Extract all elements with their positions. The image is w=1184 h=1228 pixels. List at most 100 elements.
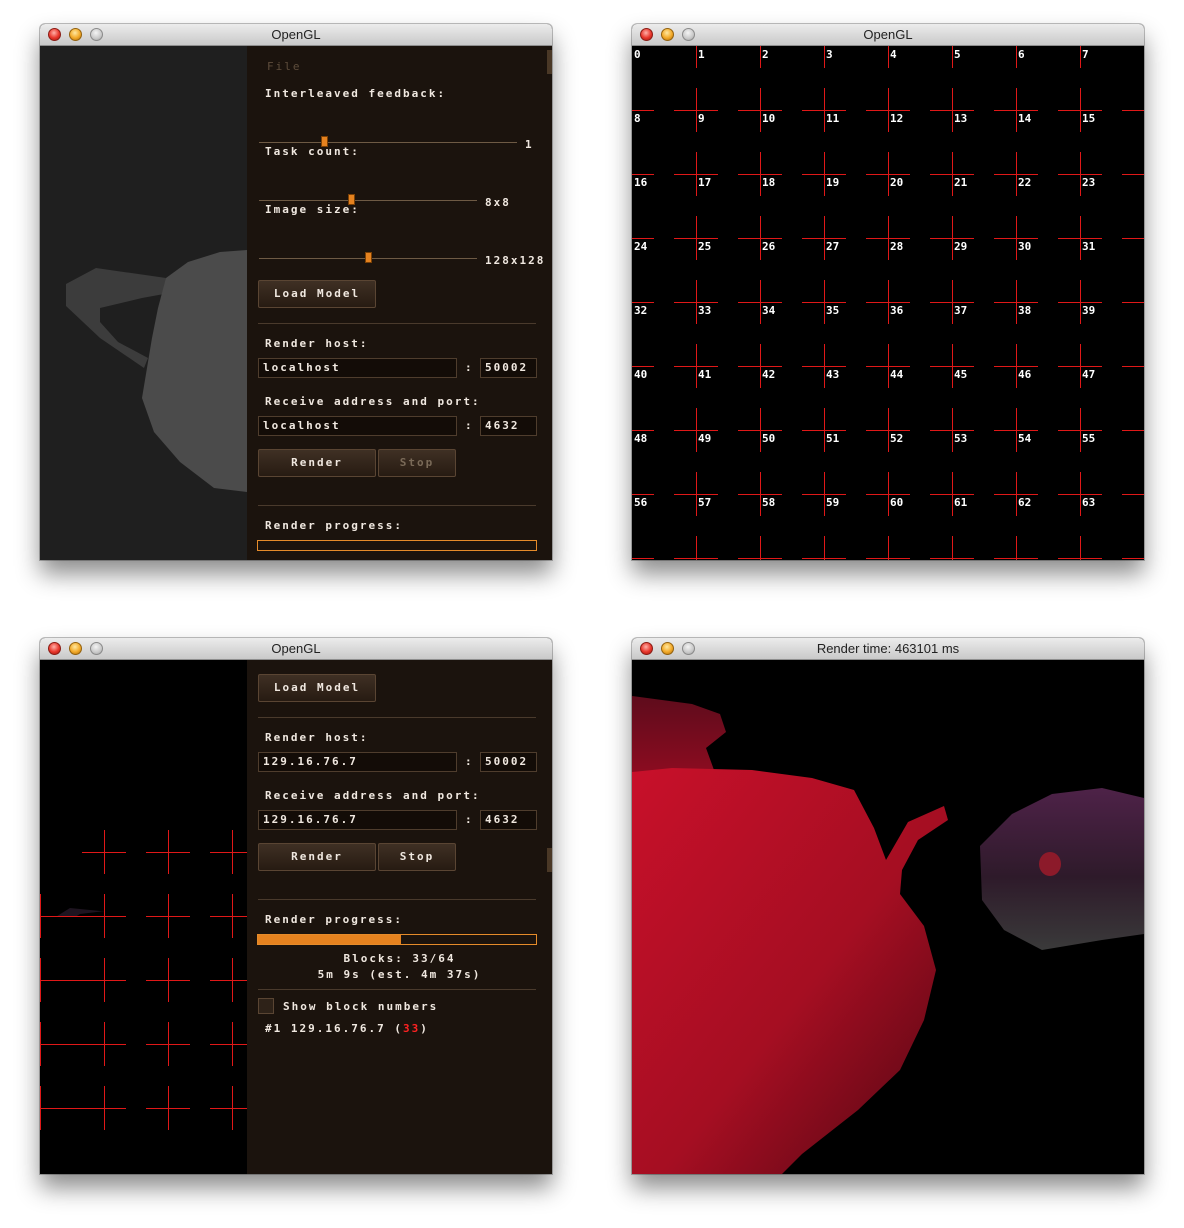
- receive-port-input[interactable]: 4632: [480, 416, 537, 436]
- block-number: 55: [1082, 432, 1096, 445]
- block-boundary-v: [760, 344, 761, 388]
- block-boundary-v: [888, 408, 889, 452]
- stop-button[interactable]: Stop: [378, 449, 456, 477]
- block-boundary-v: [1016, 472, 1017, 516]
- divider: [258, 323, 536, 324]
- titlebar[interactable]: Render time: 463101 ms: [632, 638, 1144, 660]
- receive-host-input[interactable]: 129.16.76.7: [258, 810, 457, 830]
- load-model-button[interactable]: Load Model: [258, 674, 376, 702]
- block-boundary-v: [696, 344, 697, 388]
- image-size-slider-thumb[interactable]: [365, 252, 372, 263]
- file-menu[interactable]: File: [267, 60, 302, 73]
- block-number: 36: [890, 304, 904, 317]
- worker-status: #1 129.16.76.7 (33): [265, 1022, 429, 1035]
- block-number: 30: [1018, 240, 1032, 253]
- block-boundary-v: [824, 472, 825, 516]
- interleaved-slider[interactable]: [259, 142, 517, 143]
- render-button[interactable]: Render: [258, 449, 376, 477]
- elapsed-time: 5m 9s (est. 4m 37s): [317, 968, 482, 981]
- render-host-input[interactable]: localhost: [258, 358, 457, 378]
- teapot-render: [632, 696, 1144, 1174]
- scrollbar-thumb[interactable]: [547, 848, 552, 872]
- block-number: 62: [1018, 496, 1032, 509]
- block-boundary-h: [210, 1108, 247, 1109]
- render-host-input[interactable]: 129.16.76.7: [258, 752, 457, 772]
- block-boundary-h: [1122, 366, 1144, 367]
- render-result-window: Render time: 463101 ms: [632, 638, 1144, 1174]
- rendered-block: [104, 1044, 168, 1108]
- block-number: 14: [1018, 112, 1032, 125]
- receive-port-input[interactable]: 4632: [480, 810, 537, 830]
- show-block-numbers-checkbox[interactable]: [258, 998, 274, 1014]
- block-boundary-v: [104, 1086, 105, 1130]
- receive-host-input[interactable]: localhost: [258, 416, 457, 436]
- block-boundary-v: [1080, 536, 1081, 560]
- block-number: 37: [954, 304, 968, 317]
- block-number: 15: [1082, 112, 1096, 125]
- block-number: 32: [634, 304, 648, 317]
- block-boundary-v: [1080, 152, 1081, 196]
- block-number: 0: [634, 48, 641, 61]
- block-number: 46: [1018, 368, 1032, 381]
- load-model-button[interactable]: Load Model: [258, 280, 376, 308]
- block-boundary-v: [232, 958, 233, 1002]
- block-number: 60: [890, 496, 904, 509]
- block-number: 29: [954, 240, 968, 253]
- block-boundary-v: [40, 1022, 41, 1066]
- render-port-input[interactable]: 50002: [480, 358, 537, 378]
- block-boundary-v: [760, 46, 761, 68]
- block-boundary-v: [952, 46, 953, 68]
- titlebar[interactable]: OpenGL: [40, 638, 552, 660]
- block-boundary-v: [1016, 408, 1017, 452]
- block-boundary-v: [952, 216, 953, 260]
- block-number: 31: [1082, 240, 1096, 253]
- rendered-image: [632, 660, 1144, 1174]
- block-boundary-v: [760, 472, 761, 516]
- render-progress-bar: [257, 540, 537, 551]
- block-boundary-v: [888, 46, 889, 68]
- block-boundary-v: [760, 280, 761, 324]
- divider: [258, 989, 536, 990]
- block-number: 52: [890, 432, 904, 445]
- block-boundary-v: [1080, 216, 1081, 260]
- block-boundary-v: [696, 46, 697, 68]
- block-boundary-v: [1016, 152, 1017, 196]
- control-panel: Load Model Render host: 129.16.76.7 : 50…: [247, 660, 552, 1174]
- block-number: 27: [826, 240, 840, 253]
- block-number: 1: [698, 48, 705, 61]
- block-boundary-v: [696, 536, 697, 560]
- titlebar[interactable]: OpenGL: [632, 24, 1144, 46]
- block-number: 17: [698, 176, 712, 189]
- block-number: 41: [698, 368, 712, 381]
- render-progress-bar: [257, 934, 537, 945]
- block-boundary-v: [232, 830, 233, 874]
- block-boundary-h: [210, 980, 247, 981]
- block-number: 3: [826, 48, 833, 61]
- stop-button[interactable]: Stop: [378, 843, 456, 871]
- show-block-numbers-label[interactable]: Show block numbers: [283, 1000, 438, 1013]
- block-boundary-v: [1080, 280, 1081, 324]
- task-count-slider[interactable]: [259, 200, 477, 201]
- render-button[interactable]: Render: [258, 843, 376, 871]
- block-boundary-h: [632, 174, 654, 175]
- block-boundary-v: [168, 1022, 169, 1066]
- block-boundary-h: [210, 1044, 247, 1045]
- block-boundary-v: [888, 88, 889, 132]
- block-boundary-v: [952, 408, 953, 452]
- block-number: 45: [954, 368, 968, 381]
- block-boundary-h: [1122, 430, 1144, 431]
- render-progress-fill: [258, 935, 402, 944]
- block-number: 4: [890, 48, 897, 61]
- block-boundary-v: [696, 216, 697, 260]
- titlebar[interactable]: OpenGL: [40, 24, 552, 46]
- block-boundary-v: [168, 830, 169, 874]
- blocks-counter: Blocks: 33/64: [343, 952, 456, 965]
- scrollbar-thumb[interactable]: [547, 50, 552, 74]
- block-boundary-v: [104, 958, 105, 1002]
- block-boundary-v: [40, 1086, 41, 1130]
- block-boundary-v: [952, 88, 953, 132]
- block-boundary-v: [952, 536, 953, 560]
- block-boundary-v: [824, 344, 825, 388]
- block-boundary-v: [1080, 46, 1081, 68]
- render-port-input[interactable]: 50002: [480, 752, 537, 772]
